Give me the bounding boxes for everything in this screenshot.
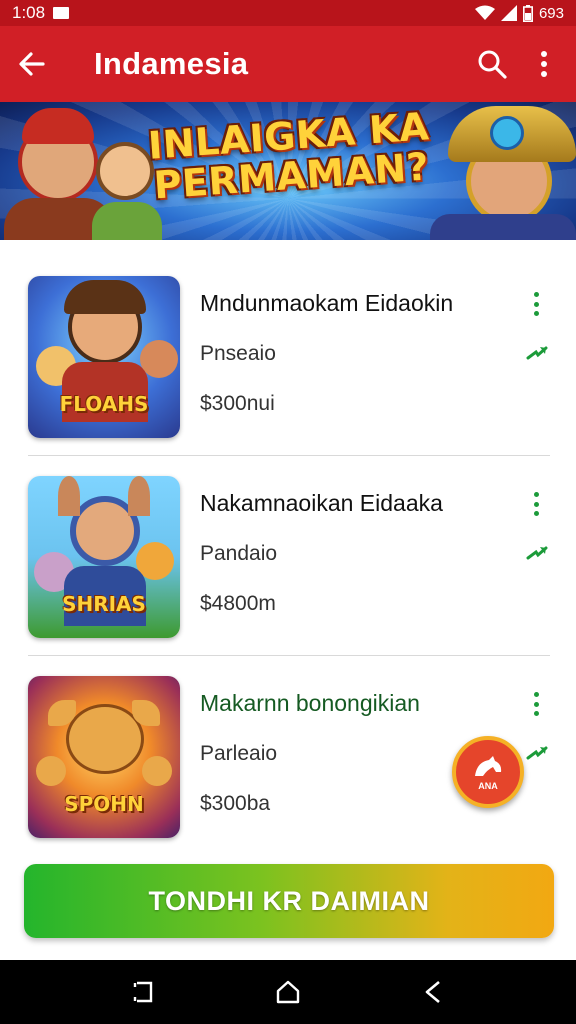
item-price: $300nui: [200, 392, 275, 415]
fab-label: ANA: [478, 780, 498, 791]
trend-arrow-icon: [526, 546, 548, 560]
horse-icon: [475, 755, 502, 776]
floating-action-button[interactable]: ANA: [452, 736, 524, 808]
more-options-button[interactable]: [518, 26, 570, 102]
menu-dot: [533, 511, 539, 516]
item-menu-button[interactable]: [526, 490, 546, 518]
trend-arrow-icon: [526, 746, 548, 760]
search-icon: [478, 50, 507, 79]
menu-dot: [533, 311, 539, 316]
wifi-icon: [474, 5, 495, 20]
banner-character-right-body: [430, 214, 576, 240]
game-thumbnail: SHRIAS: [28, 476, 180, 638]
trend-arrow-icon: [526, 346, 548, 360]
menu-dot: [533, 301, 539, 307]
thumb-ear-left: [58, 476, 80, 516]
thumb-label: SPOHN: [64, 792, 144, 816]
banner-gem: [490, 116, 524, 150]
banner-character-girl-body: [92, 202, 162, 240]
item-title: Nakamnaoikan Eidaaka: [200, 490, 443, 516]
item-menu-button[interactable]: [526, 290, 546, 318]
back-arrow-icon: [19, 52, 45, 76]
home-icon: [276, 980, 300, 1004]
back-button[interactable]: [0, 26, 64, 102]
system-nav-bar: [0, 960, 576, 1024]
menu-dot: [533, 711, 539, 716]
item-title: Mndunmaokam Eidaokin: [200, 290, 454, 316]
item-subtitle: Pnseaio: [200, 342, 276, 365]
battery-icon: [522, 4, 533, 22]
game-thumbnail: FLOAHS: [28, 276, 180, 438]
recent-apps-icon: [133, 981, 152, 1003]
battery-level: 693: [538, 4, 564, 22]
signal-icon: [500, 5, 517, 21]
recent-apps-button[interactable]: [123, 972, 163, 1012]
thumb-label: FLOAHS: [59, 392, 149, 416]
thumb-ear-right: [128, 476, 150, 516]
home-button[interactable]: [268, 972, 308, 1012]
menu-dot: [533, 701, 539, 707]
status-bar: 1:08 693: [0, 0, 576, 26]
back-nav-icon: [426, 981, 441, 1003]
primary-cta-button[interactable]: TONDHI KR DAIMIAN: [24, 864, 554, 938]
item-subtitle: Parleaio: [200, 742, 278, 765]
item-subtitle: Pandaio: [200, 542, 278, 565]
item-title: Makarnn bonongikian: [200, 690, 420, 716]
menu-dot: [533, 501, 539, 507]
game-thumbnail: SPOHN: [28, 676, 180, 838]
status-time: 1:08: [12, 3, 46, 22]
menu-dot: [533, 292, 539, 297]
item-price: $300ba: [200, 792, 271, 815]
search-button[interactable]: [466, 26, 518, 102]
promo-banner[interactable]: INLAIGKA KA PERMAMAN?: [0, 102, 576, 240]
more-vert-icon: [541, 51, 547, 77]
menu-dot: [533, 492, 539, 497]
item-menu-button[interactable]: [526, 690, 546, 718]
list-item[interactable]: FLOAHS Mndunmaokam Eidaokin Pnseaio $300…: [0, 256, 576, 456]
list-item[interactable]: SHRIAS Nakamnaoikan Eidaaka Pandaio $480…: [0, 456, 576, 656]
menu-dot: [533, 692, 539, 697]
notification-icon: [53, 7, 70, 19]
item-price: $4800m: [200, 592, 276, 615]
thumb-fist-right: [142, 756, 172, 786]
app-bar: Indamesia: [0, 26, 576, 102]
thumb-character-hair: [64, 280, 146, 314]
thumb-label: SHRIAS: [62, 592, 146, 616]
thumb-fist-left: [36, 756, 66, 786]
page-title: Indamesia: [94, 46, 249, 81]
back-nav-button[interactable]: [413, 972, 453, 1012]
